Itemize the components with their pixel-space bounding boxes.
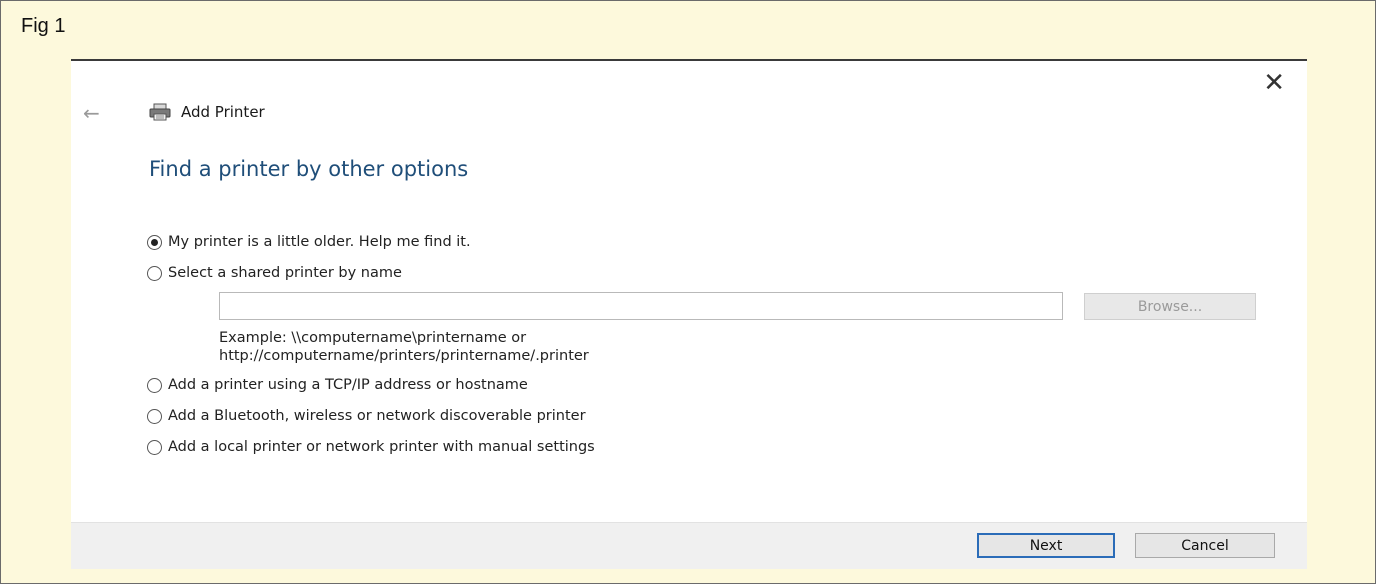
option-label: Select a shared printer by name: [168, 265, 402, 281]
figure-frame: Fig 1 LISHED ✕ ← Add Printer Find a prin…: [0, 0, 1376, 584]
example-text: Example: \\computername\printername or h…: [219, 329, 589, 365]
dialog-footer: Next Cancel: [71, 522, 1307, 569]
radio-button[interactable]: [147, 439, 162, 455]
example-line-2: http://computername/printers/printername…: [219, 348, 589, 364]
page-heading: Find a printer by other options: [149, 157, 469, 181]
add-printer-dialog: ✕ ← Add Printer Find a printer by other …: [71, 59, 1307, 569]
cancel-button[interactable]: Cancel: [1135, 533, 1275, 558]
example-line-1: Example: \\computername\printername or: [219, 330, 527, 346]
option-label: Add a local printer or network printer w…: [168, 439, 595, 455]
radio-button[interactable]: [147, 265, 162, 281]
option-local-printer[interactable]: Add a local printer or network printer w…: [147, 439, 595, 455]
option-bluetooth[interactable]: Add a Bluetooth, wireless or network dis…: [147, 408, 586, 424]
radio-button[interactable]: [147, 408, 162, 424]
back-arrow-icon[interactable]: ←: [83, 101, 100, 125]
option-label: Add a printer using a TCP/IP address or …: [168, 377, 528, 393]
close-icon[interactable]: ✕: [1263, 69, 1285, 97]
radio-button[interactable]: [147, 234, 162, 250]
browse-button[interactable]: Browse...: [1084, 293, 1256, 320]
option-label: My printer is a little older. Help me fi…: [168, 234, 471, 250]
option-label: Add a Bluetooth, wireless or network dis…: [168, 408, 586, 424]
shared-printer-name-input[interactable]: [219, 292, 1063, 320]
option-shared-printer[interactable]: Select a shared printer by name: [147, 265, 402, 281]
figure-label: Fig 1: [21, 15, 66, 37]
option-older-printer[interactable]: My printer is a little older. Help me fi…: [147, 234, 471, 250]
dialog-title: Add Printer: [181, 103, 265, 121]
option-tcpip[interactable]: Add a printer using a TCP/IP address or …: [147, 377, 528, 393]
dialog-title-row: Add Printer: [149, 103, 265, 121]
next-button[interactable]: Next: [977, 533, 1115, 558]
printer-icon: [149, 103, 171, 121]
radio-button[interactable]: [147, 377, 162, 393]
radio-selected-dot: [151, 238, 158, 246]
